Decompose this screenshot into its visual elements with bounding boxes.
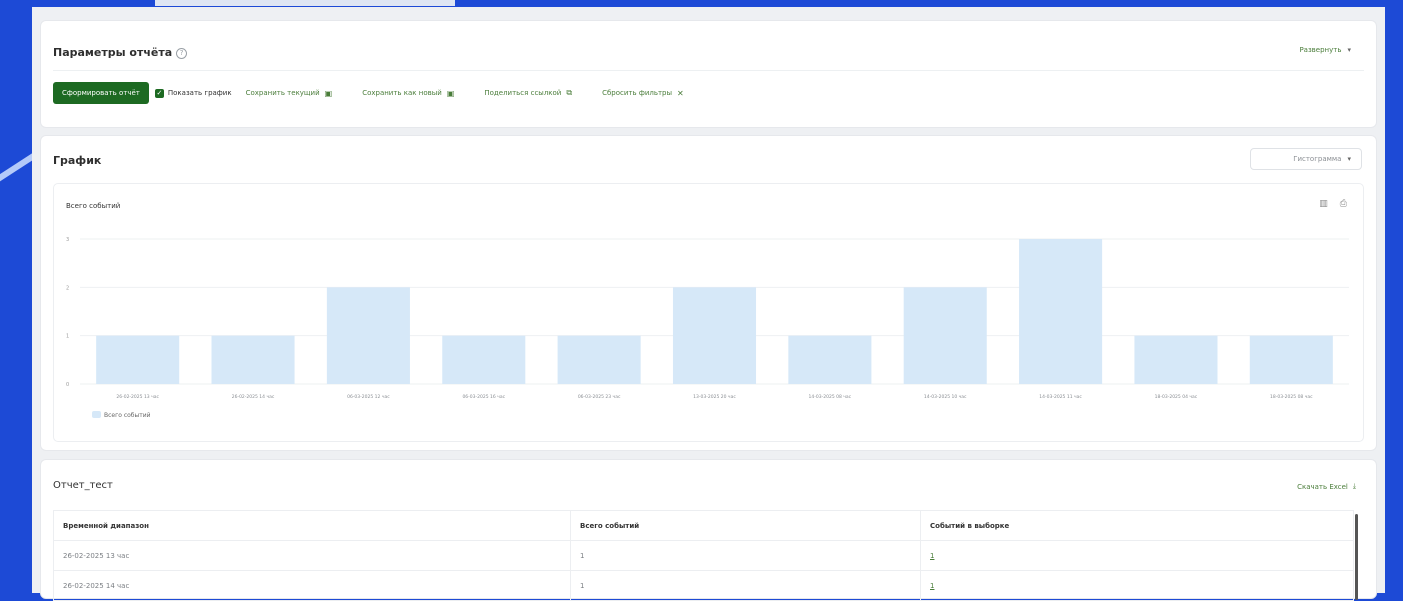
- bar: [1134, 335, 1218, 384]
- report-title: Отчет_тест: [53, 480, 113, 491]
- reset-filters-button[interactable]: Сбросить фильтры ✕: [602, 89, 684, 98]
- table-row: 26-02-2025 13 час 1 1: [53, 540, 1354, 571]
- x-tick-label: 06-03-2025 23 час: [578, 394, 621, 400]
- legend-swatch: [92, 411, 101, 418]
- download-excel-button[interactable]: Скачать Excel ⤓: [1297, 482, 1356, 491]
- save-current-button[interactable]: Сохранить текущий ▣: [246, 89, 333, 98]
- bar: [903, 287, 987, 384]
- bar: [672, 287, 757, 384]
- download-icon: ⤓: [1352, 482, 1356, 490]
- y-tick-label: 0: [66, 382, 69, 388]
- y-tick-label: 3: [66, 237, 69, 243]
- y-tick-label: 2: [66, 285, 69, 291]
- bar: [788, 335, 872, 384]
- table-cell: 26-02-2025 14 час: [53, 570, 571, 601]
- bar: [211, 335, 295, 384]
- table-cell: 1: [920, 540, 1354, 571]
- graph-title: График: [53, 154, 102, 167]
- chart-type-select[interactable]: Гистограмма ▾: [1250, 148, 1362, 170]
- external-link-icon: ⧉: [566, 88, 573, 97]
- report-params-panel: Параметры отчёта? Развернуть ▾ Сформиров…: [40, 20, 1377, 128]
- legend-label: Всего событий: [104, 412, 151, 419]
- bar: [1249, 335, 1333, 384]
- x-tick-label: 06-03-2025 12 час: [347, 394, 390, 400]
- report-table: Временной диапазон Всего событий Событий…: [53, 510, 1354, 601]
- save-new-icon: ▣: [446, 88, 455, 98]
- help-icon[interactable]: ?: [176, 48, 188, 59]
- bar: [557, 335, 641, 384]
- events-in-sample-link[interactable]: 1: [930, 582, 934, 590]
- x-tick-label: 18-03-2025 04 час: [1155, 394, 1198, 400]
- save-as-new-button[interactable]: Сохранить как новый ▣: [362, 89, 454, 98]
- column-header[interactable]: Всего событий: [570, 510, 921, 541]
- x-tick-label: 14-03-2025 10 час: [924, 394, 967, 400]
- table-row: 26-02-2025 14 час 1 1: [53, 570, 1354, 601]
- bar: [96, 335, 180, 384]
- bar: [442, 335, 526, 384]
- params-title: Параметры отчёта?: [53, 46, 188, 59]
- top-tab-strip: [155, 0, 455, 6]
- save-icon: ▣: [324, 88, 333, 98]
- table-cell: 1: [570, 540, 921, 571]
- generate-report-button[interactable]: Сформировать отчёт: [53, 82, 149, 104]
- x-tick-label: 14-03-2025 08 час: [809, 394, 852, 400]
- x-tick-label: 26-02-2025 14 час: [232, 394, 275, 400]
- table-cell: 1: [920, 570, 1354, 601]
- divider: [53, 70, 1364, 71]
- x-tick-label: 13-03-2025 20 час: [693, 394, 736, 400]
- table-scrollbar[interactable]: [1355, 514, 1358, 600]
- table-header-row: Временной диапазон Всего событий Событий…: [53, 510, 1354, 541]
- events-in-sample-link[interactable]: 1: [930, 552, 934, 560]
- chart-card: Всего событий ▥ ⎙ 0 1 2 3 26-02-2025 13 час 2…: [53, 183, 1364, 442]
- report-app: Параметры отчёта? Развернуть ▾ Сформиров…: [32, 7, 1385, 601]
- x-tick-label: 14-03-2025 11 час: [1039, 394, 1082, 400]
- x-tick-label: 18-03-2025 08 час: [1270, 394, 1313, 400]
- column-header[interactable]: Событий в выборке: [920, 510, 1354, 541]
- column-header[interactable]: Временной диапазон: [53, 510, 571, 541]
- x-tick-label: 06-03-2025 16 час: [462, 394, 505, 400]
- chevron-down-icon: ▾: [1347, 46, 1351, 54]
- bar: [1019, 239, 1103, 384]
- bar: [326, 287, 410, 384]
- graph-panel: График Гистограмма ▾ Всего событий ▥ ⎙ 0…: [40, 135, 1377, 451]
- close-icon: ✕: [677, 88, 684, 98]
- checkbox-checked-icon: ✓: [154, 88, 164, 98]
- bar-chart: 0 1 2 3 26-02-2025 13 час 26-02-2025 14 час 06…: [66, 237, 1349, 419]
- report-table-panel: Отчет_тест Скачать Excel ⤓ Временной диа…: [40, 459, 1377, 601]
- table-cell: 1: [570, 570, 921, 601]
- x-tick-label: 26-02-2025 13 час: [116, 394, 159, 400]
- share-link-button[interactable]: Поделиться ссылкой ⧉: [484, 88, 572, 98]
- y-tick-label: 1: [66, 334, 69, 340]
- params-toolbar: Сформировать отчёт ✓ Показать график Сох…: [53, 81, 684, 105]
- expand-button[interactable]: Развернуть ▾: [1299, 46, 1351, 54]
- show-chart-checkbox[interactable]: ✓ Показать график: [154, 88, 232, 98]
- table-cell: 26-02-2025 13 час: [53, 540, 571, 571]
- chevron-down-icon: ▾: [1347, 155, 1351, 163]
